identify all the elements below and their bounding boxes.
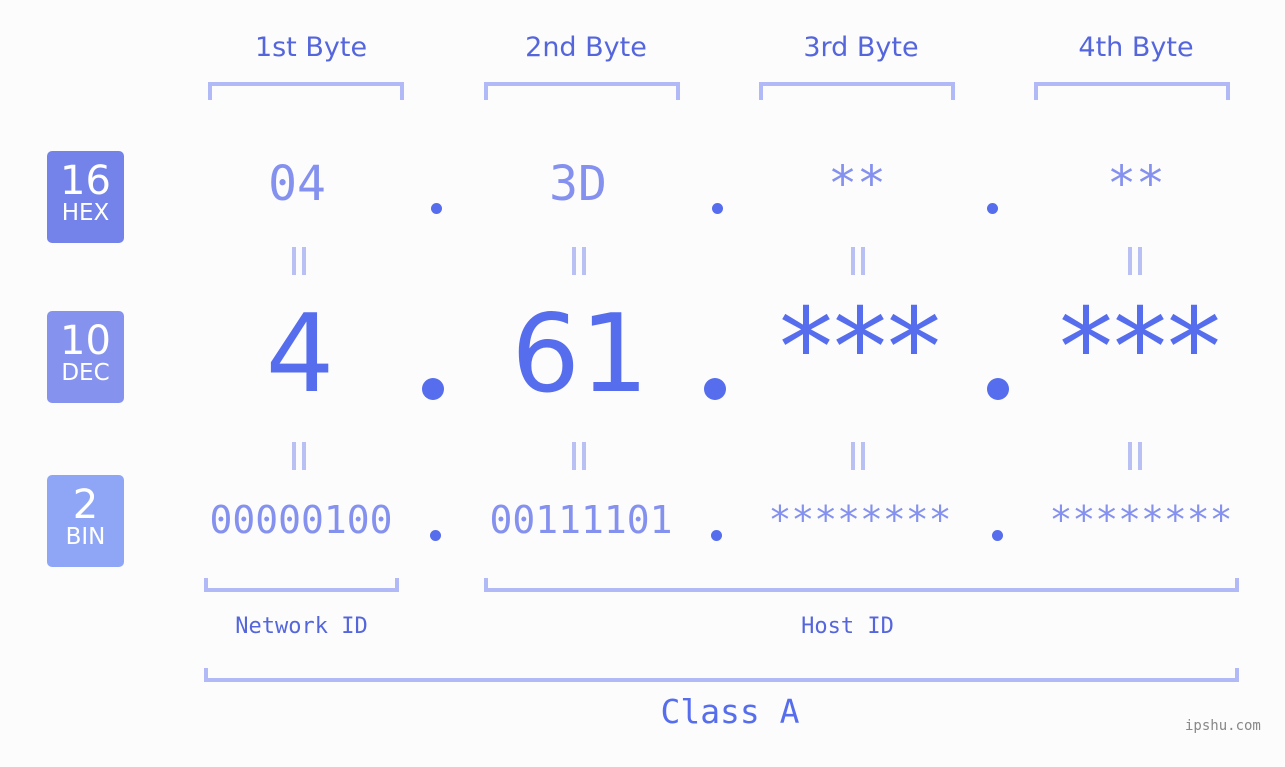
bin-badge: 2 BIN <box>47 475 124 567</box>
bin-byte-3: ******** <box>768 498 952 542</box>
bin-badge-number: 2 <box>72 482 99 528</box>
class-label: Class A <box>660 692 800 731</box>
equals-icon <box>572 442 586 470</box>
hex-badge-label: HEX <box>61 200 110 226</box>
hex-dot-3 <box>987 203 998 214</box>
dec-badge-number: 10 <box>60 318 111 364</box>
byte-header-2: 2nd Byte <box>525 32 647 63</box>
hex-dot-1 <box>431 203 442 214</box>
hex-byte-2: 3D <box>549 156 607 212</box>
dec-dot-3 <box>987 378 1009 400</box>
hex-dot-2 <box>712 203 723 214</box>
dec-byte-3: *** <box>779 286 941 411</box>
equals-icon <box>292 442 306 470</box>
equals-icon <box>292 247 306 275</box>
hex-byte-3: ** <box>828 156 886 212</box>
byte-bracket-1 <box>208 82 404 100</box>
bin-byte-4: ******** <box>1049 498 1233 542</box>
network-id-label: Network ID <box>235 614 368 639</box>
hex-badge: 16 HEX <box>47 151 124 243</box>
watermark: ipshu.com <box>1185 718 1261 734</box>
byte-bracket-4 <box>1034 82 1230 100</box>
dec-byte-1: 4 <box>265 292 335 417</box>
dec-badge-label: DEC <box>61 360 110 386</box>
equals-icon <box>1128 442 1142 470</box>
byte-bracket-3 <box>759 82 955 100</box>
byte-header-3: 3rd Byte <box>803 32 919 63</box>
network-id-bracket <box>204 578 399 592</box>
equals-icon <box>572 247 586 275</box>
equals-icon <box>851 247 865 275</box>
dec-byte-2: 61 <box>511 292 649 417</box>
bin-badge-label: BIN <box>65 524 106 550</box>
byte-header-4: 4th Byte <box>1078 32 1194 63</box>
bin-byte-1: 00000100 <box>209 498 393 542</box>
host-id-label: Host ID <box>801 614 894 639</box>
equals-icon <box>851 442 865 470</box>
dec-badge: 10 DEC <box>47 311 124 403</box>
bin-dot-1 <box>430 530 441 541</box>
hex-byte-4: ** <box>1107 156 1165 212</box>
byte-bracket-2 <box>484 82 680 100</box>
bin-dot-2 <box>711 530 722 541</box>
hex-byte-1: 04 <box>268 156 326 212</box>
bin-dot-3 <box>992 530 1003 541</box>
class-bracket <box>204 668 1239 682</box>
dec-dot-2 <box>704 378 726 400</box>
byte-header-1: 1st Byte <box>254 32 368 63</box>
equals-icon <box>1128 247 1142 275</box>
hex-badge-number: 16 <box>60 158 111 204</box>
bin-byte-2: 00111101 <box>489 498 673 542</box>
host-id-bracket <box>484 578 1239 592</box>
dec-byte-4: *** <box>1059 286 1221 411</box>
dec-dot-1 <box>422 378 444 400</box>
